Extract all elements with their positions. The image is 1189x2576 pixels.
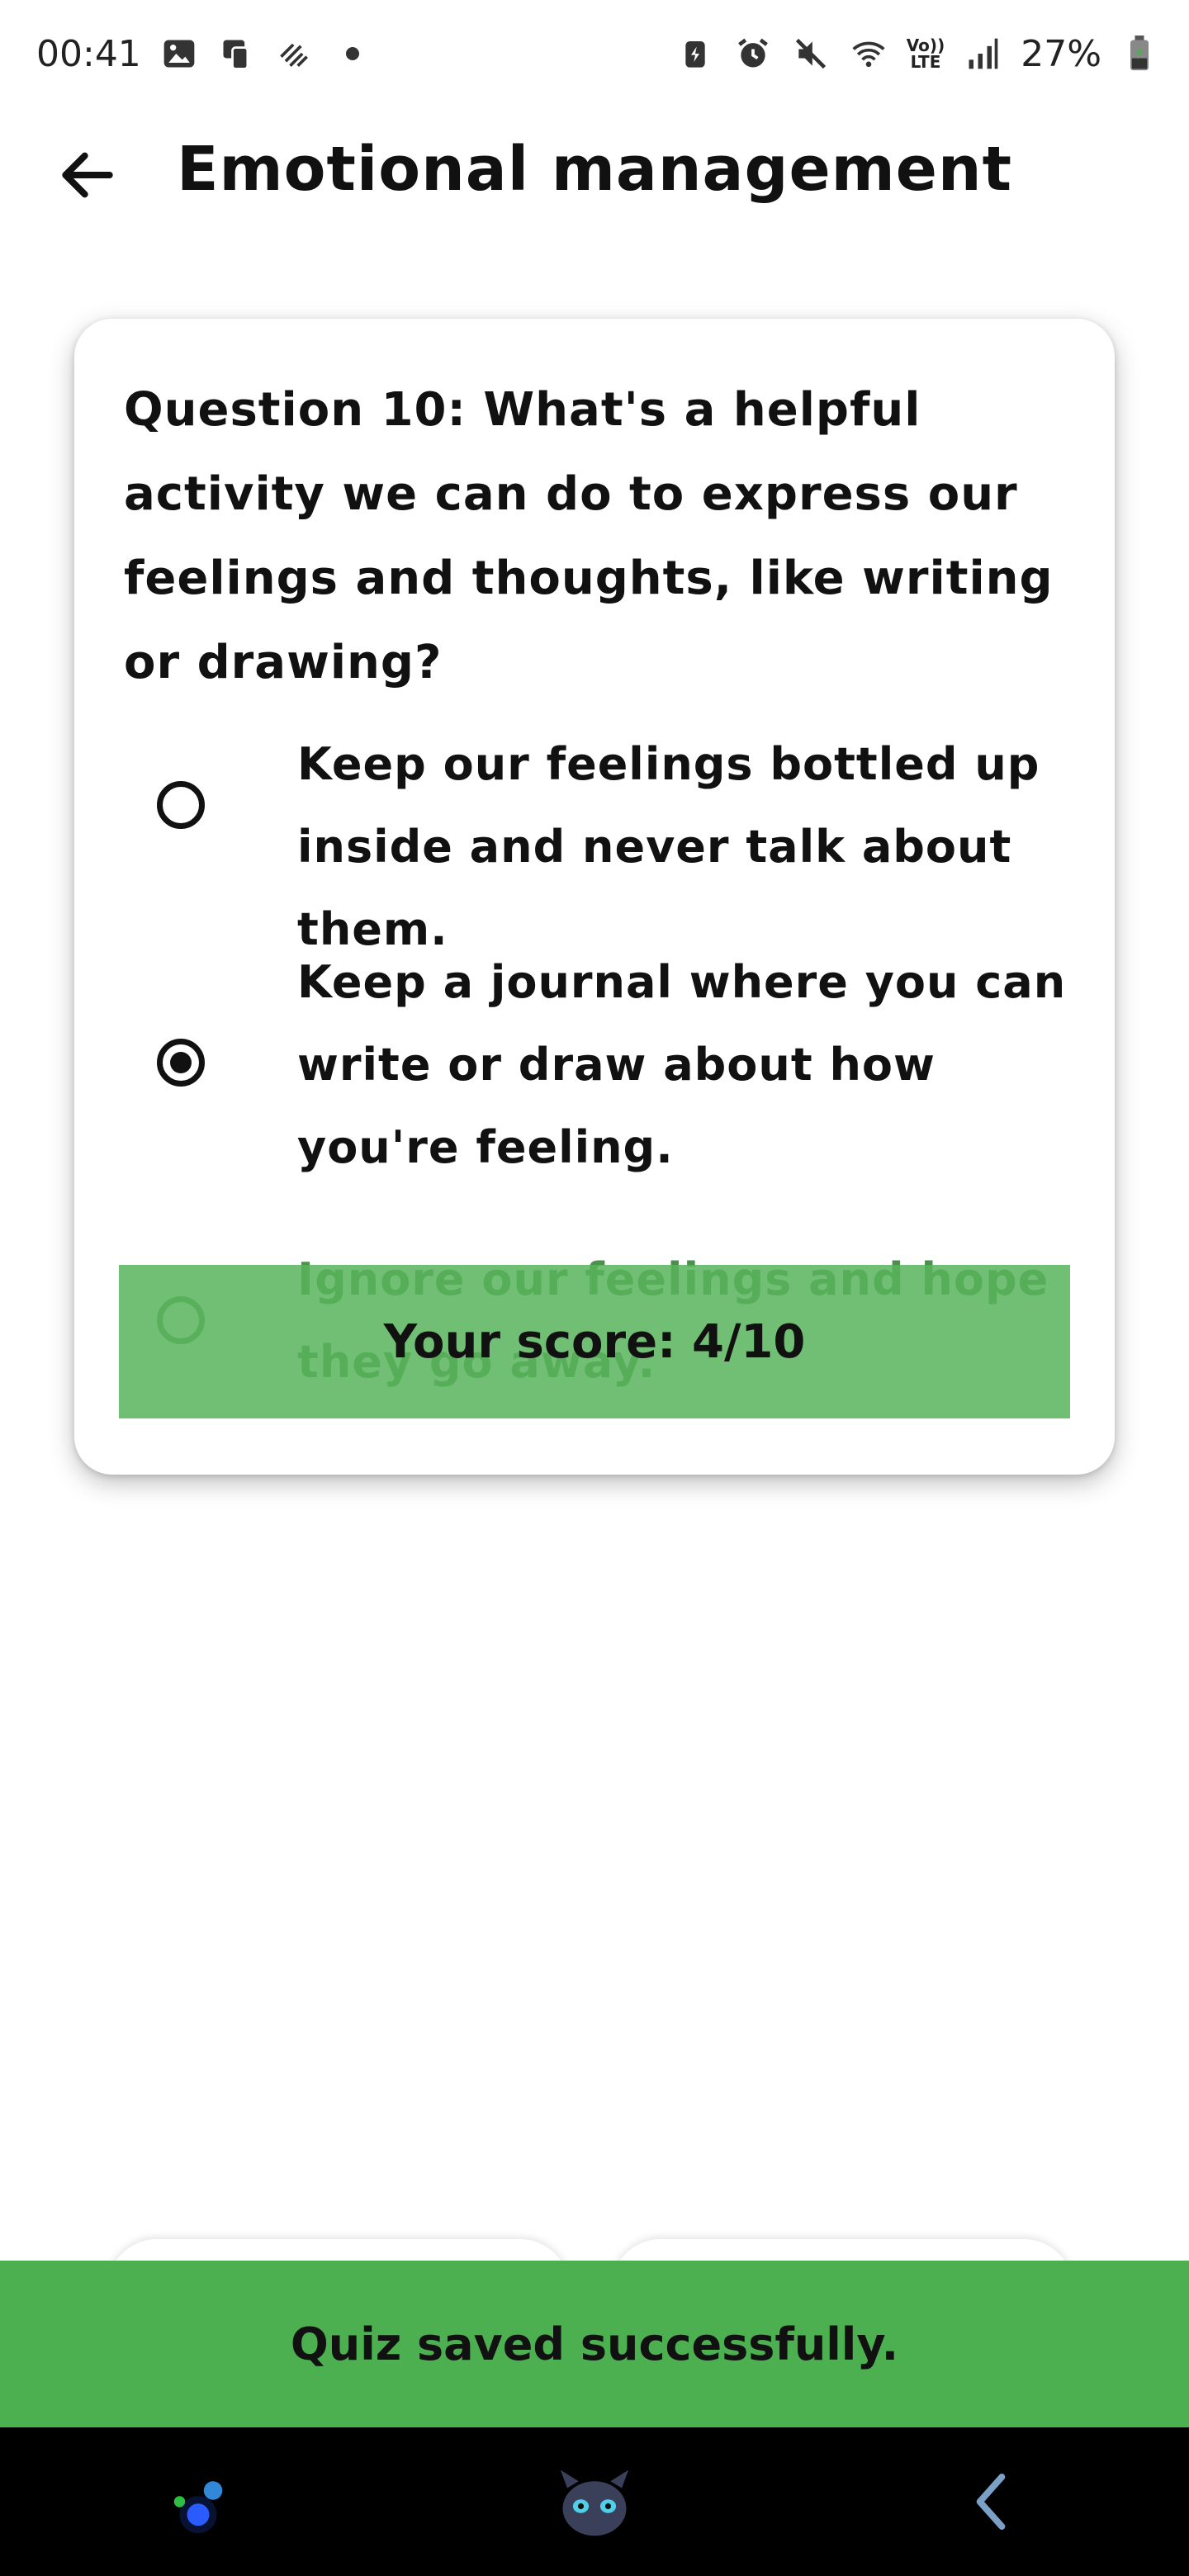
volte-top: Vo)) xyxy=(906,36,945,55)
device-icon xyxy=(217,34,257,73)
wifi-icon xyxy=(849,34,888,73)
arrow-left-icon xyxy=(54,142,121,211)
app-bar: Emotional management xyxy=(0,116,1189,223)
mute-icon xyxy=(791,34,831,73)
battery-icon xyxy=(1120,34,1159,73)
volte-bottom: LTE xyxy=(910,52,941,72)
gallery-icon xyxy=(159,34,199,73)
question-text: Question 10: What's a helpful activity w… xyxy=(124,383,1054,689)
status-time: 00:41 xyxy=(36,32,141,75)
quiz-screen: 00:41 Vo)) LTE 27% Emotional management … xyxy=(0,0,1189,2576)
page-title: Emotional management xyxy=(177,134,1012,205)
battery-percent: 27% xyxy=(1021,32,1101,75)
status-bar-right: Vo)) LTE 27% xyxy=(675,33,1159,75)
radio-button-unselected[interactable] xyxy=(157,781,205,829)
score-text: Your score: 4/10 xyxy=(383,1314,806,1369)
status-bar: 00:41 Vo)) LTE 27% xyxy=(0,0,1189,107)
alarm-icon xyxy=(733,34,773,73)
battery-saver-icon xyxy=(675,34,715,73)
snackbar-message: Quiz saved successfully. xyxy=(290,2318,899,2370)
option-label: Keep a journal where you can write or dr… xyxy=(297,956,1067,1173)
snackbar: Quiz saved successfully. xyxy=(0,2261,1189,2427)
edit-icon xyxy=(275,34,315,73)
radio-button-selected[interactable] xyxy=(157,1039,205,1087)
navigation-bar xyxy=(0,2427,1189,2576)
score-banner: Your score: 4/10 xyxy=(119,1265,1070,1418)
dot-icon xyxy=(345,47,359,60)
option-label: Keep our feelings bottled up inside and … xyxy=(297,738,1040,955)
back-gesture-icon[interactable] xyxy=(941,2452,1040,2551)
answer-option-2[interactable]: Keep a journal where you can write or dr… xyxy=(74,941,1115,1189)
volte-icon: Vo)) LTE xyxy=(907,37,945,70)
question-card: Question 10: What's a helpful activity w… xyxy=(74,319,1115,1475)
status-bar-left: 00:41 xyxy=(36,33,359,75)
dragon-avatar-icon[interactable] xyxy=(545,2452,644,2551)
answer-option-1[interactable]: Keep our feelings bottled up inside and … xyxy=(74,723,1115,955)
galaxy-sparkle-icon[interactable] xyxy=(149,2452,248,2551)
back-button[interactable] xyxy=(46,135,129,218)
signal-icon xyxy=(963,34,1002,73)
